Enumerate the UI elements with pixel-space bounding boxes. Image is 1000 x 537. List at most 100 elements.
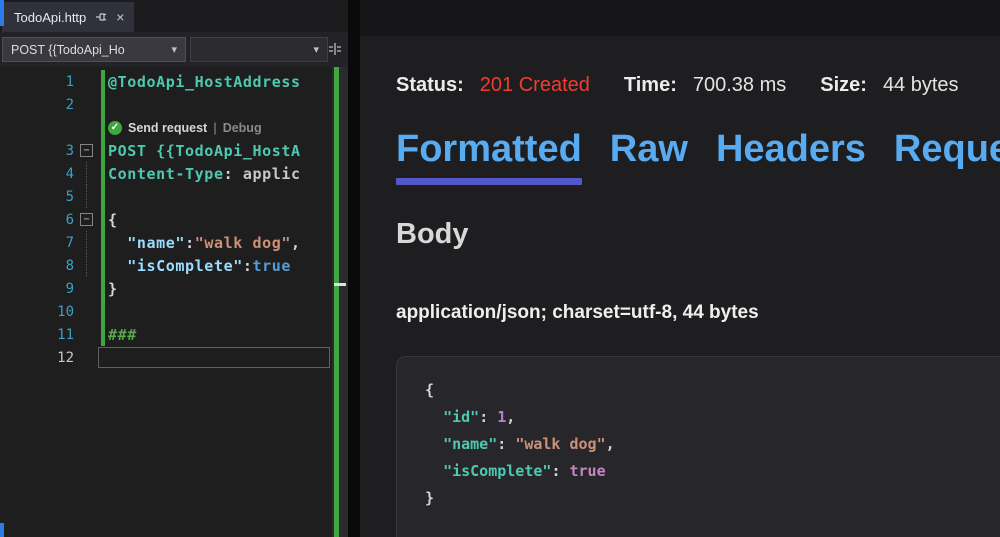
code-line-text: "name":"walk dog", bbox=[108, 234, 301, 252]
code-token: "name" bbox=[127, 234, 185, 252]
size-value: 44 bytes bbox=[883, 74, 959, 97]
code-token: : bbox=[551, 462, 569, 480]
fold-gutter bbox=[76, 300, 98, 323]
line-number[interactable]: 1 bbox=[0, 74, 76, 90]
change-bar bbox=[98, 139, 108, 162]
http-editor-toolbar: POST {{TodoApi_Ho ▾ ▾ bbox=[0, 32, 348, 67]
line-number[interactable]: 9 bbox=[0, 281, 76, 297]
json-line: { bbox=[425, 377, 995, 404]
fold-gutter: − bbox=[76, 139, 98, 162]
collapse-icon[interactable]: − bbox=[80, 144, 93, 157]
code-token: "isComplete" bbox=[443, 462, 551, 480]
change-bar bbox=[98, 300, 108, 323]
fold-gutter bbox=[76, 162, 98, 185]
request-selector-dropdown[interactable]: POST {{TodoApi_Ho ▾ bbox=[2, 37, 186, 62]
pin-icon[interactable] bbox=[95, 11, 107, 23]
code-token: true bbox=[252, 257, 291, 275]
line-number[interactable]: 7 bbox=[0, 235, 76, 251]
send-request-check-icon: ✓ bbox=[108, 121, 122, 135]
fold-gutter bbox=[76, 70, 98, 93]
current-line-highlight bbox=[98, 347, 330, 368]
line-number[interactable]: 2 bbox=[0, 97, 76, 113]
editor-line[interactable]: 8 "isComplete":true bbox=[0, 254, 332, 277]
line-number[interactable]: 4 bbox=[0, 166, 76, 182]
change-bar bbox=[98, 231, 108, 254]
editor-line[interactable]: 3− POST {{TodoApi_HostA bbox=[0, 139, 332, 162]
response-tab-formatted[interactable]: Formatted bbox=[396, 128, 582, 185]
split-editor-icon[interactable] bbox=[326, 40, 344, 58]
editor-scrollbar[interactable] bbox=[332, 67, 348, 537]
code-token: , bbox=[506, 408, 515, 426]
change-bar bbox=[98, 185, 108, 208]
line-number[interactable]: 11 bbox=[0, 327, 76, 343]
content-type-line: application/json; charset=utf-8, 44 byte… bbox=[396, 302, 759, 324]
line-number[interactable]: 5 bbox=[0, 189, 76, 205]
codelens-content: ✓Send request|Debug bbox=[108, 121, 262, 135]
editor-line[interactable]: 2 bbox=[0, 93, 332, 116]
editor-line[interactable]: 9} bbox=[0, 277, 332, 300]
code-line-text: "isComplete":true bbox=[108, 257, 291, 275]
change-bar bbox=[98, 208, 108, 231]
send-request-link[interactable]: Send request bbox=[128, 121, 207, 135]
code-token: ### bbox=[108, 326, 137, 344]
json-lines: { "id": 1, "name": "walk dog", "isComple… bbox=[425, 377, 995, 512]
window-accent-bottom bbox=[0, 523, 4, 537]
collapse-icon[interactable]: − bbox=[80, 213, 93, 226]
environment-dropdown[interactable]: ▾ bbox=[190, 37, 328, 62]
change-bar bbox=[98, 277, 108, 300]
code-editor[interactable]: 1@TodoApi_HostAddress2✓Send request|Debu… bbox=[0, 67, 332, 537]
code-token bbox=[108, 257, 127, 275]
code-token: 1 bbox=[497, 408, 506, 426]
code-line-text: Content-Type: applic bbox=[108, 165, 301, 183]
pane-splitter[interactable] bbox=[348, 0, 360, 537]
code-token: "walk dog" bbox=[195, 234, 291, 252]
line-number[interactable]: 3 bbox=[0, 143, 76, 159]
response-tab-request[interactable]: Request bbox=[894, 128, 1000, 185]
response-tab-headers[interactable]: Headers bbox=[716, 128, 866, 185]
code-token: "isComplete" bbox=[127, 257, 243, 275]
code-token: @TodoApi_HostAddress bbox=[108, 73, 301, 91]
editor-line[interactable]: 5 bbox=[0, 185, 332, 208]
code-token: : bbox=[224, 165, 243, 183]
code-line-text: @TodoApi_HostAddress bbox=[108, 73, 301, 91]
response-tab-raw[interactable]: Raw bbox=[610, 128, 688, 185]
change-bar bbox=[98, 116, 108, 139]
codelens-row: ✓Send request|Debug bbox=[0, 116, 332, 139]
response-body-json[interactable]: { "id": 1, "name": "walk dog", "isComple… bbox=[396, 356, 1000, 537]
line-number[interactable]: 6 bbox=[0, 212, 76, 228]
status-label: Status: bbox=[396, 74, 464, 97]
status-value: 201 Created bbox=[480, 74, 590, 97]
body-heading: Body bbox=[396, 218, 469, 251]
line-number[interactable]: 8 bbox=[0, 258, 76, 274]
code-token: POST {{TodoApi_HostA bbox=[108, 142, 301, 160]
close-icon[interactable]: × bbox=[116, 10, 124, 24]
json-line: } bbox=[425, 485, 995, 512]
line-number[interactable]: 12 bbox=[0, 350, 76, 366]
code-token: : bbox=[479, 408, 497, 426]
editor-line[interactable]: 6−{ bbox=[0, 208, 332, 231]
line-number[interactable]: 10 bbox=[0, 304, 76, 320]
editor-line[interactable]: 1 @TodoApi_HostAddress bbox=[0, 70, 332, 93]
fold-gutter bbox=[76, 93, 98, 116]
scrollbar-caret-mark bbox=[334, 283, 346, 286]
code-line-text: ### bbox=[108, 326, 137, 344]
file-tab[interactable]: TodoApi.http × bbox=[2, 2, 134, 32]
code-token: : bbox=[497, 435, 515, 453]
debug-link[interactable]: Debug bbox=[223, 121, 262, 135]
size-label: Size: bbox=[820, 74, 867, 97]
tab-title: TodoApi.http bbox=[14, 10, 86, 25]
change-bar bbox=[98, 162, 108, 185]
response-pane-header-strip bbox=[360, 0, 1000, 36]
code-token: "id" bbox=[443, 408, 479, 426]
code-token: "name" bbox=[443, 435, 497, 453]
editor-rows: 1@TodoApi_HostAddress2✓Send request|Debu… bbox=[0, 70, 332, 369]
code-token: } bbox=[108, 280, 118, 298]
scrollbar-change-marks bbox=[334, 67, 339, 537]
chevron-down-icon: ▾ bbox=[171, 43, 177, 56]
editor-line[interactable]: 4 Content-Type: applic bbox=[0, 162, 332, 185]
editor-line[interactable]: 7 "name":"walk dog", bbox=[0, 231, 332, 254]
editor-line[interactable]: 12 bbox=[0, 346, 332, 369]
editor-line[interactable]: 10 bbox=[0, 300, 332, 323]
response-tabs: Formatted Raw Headers Request bbox=[396, 128, 1000, 185]
editor-line[interactable]: 11 ### bbox=[0, 323, 332, 346]
